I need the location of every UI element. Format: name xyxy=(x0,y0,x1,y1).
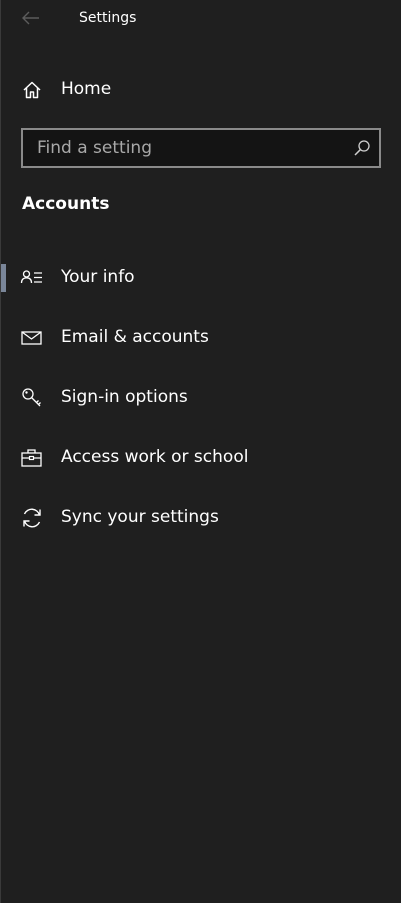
sidebar-item-label: Sync your settings xyxy=(61,507,219,527)
search-icon[interactable] xyxy=(353,139,371,157)
selected-indicator xyxy=(1,264,6,292)
title-bar: Settings xyxy=(1,0,401,36)
search-input[interactable] xyxy=(23,130,343,166)
nav-home[interactable]: Home xyxy=(1,70,401,110)
mail-icon xyxy=(21,331,42,345)
briefcase-icon xyxy=(21,449,42,467)
home-icon xyxy=(23,81,41,99)
sidebar-item-your-info[interactable]: Your info xyxy=(1,254,401,302)
back-button[interactable] xyxy=(19,6,43,30)
settings-navigation-pane: Settings Home Accounts Your info Email &… xyxy=(1,0,401,903)
section-heading-accounts: Accounts xyxy=(22,194,110,214)
home-label: Home xyxy=(61,79,112,99)
window-right-background xyxy=(401,0,417,906)
sync-icon xyxy=(23,508,41,528)
sidebar-item-label: Your info xyxy=(61,267,135,287)
sidebar-item-sync-settings[interactable]: Sync your settings xyxy=(1,494,401,542)
sidebar-item-label: Sign-in options xyxy=(61,387,188,407)
sidebar-item-label: Email & accounts xyxy=(61,327,209,347)
sidebar-item-label: Access work or school xyxy=(61,447,249,467)
back-arrow-icon xyxy=(22,11,39,25)
person-card-icon xyxy=(20,270,42,284)
window-title: Settings xyxy=(79,10,137,26)
sidebar-item-email-accounts[interactable]: Email & accounts xyxy=(1,314,401,362)
search-box[interactable] xyxy=(21,128,381,168)
key-icon xyxy=(22,388,41,407)
sidebar-item-access-work-school[interactable]: Access work or school xyxy=(1,434,401,482)
sidebar-item-sign-in-options[interactable]: Sign-in options xyxy=(1,374,401,422)
